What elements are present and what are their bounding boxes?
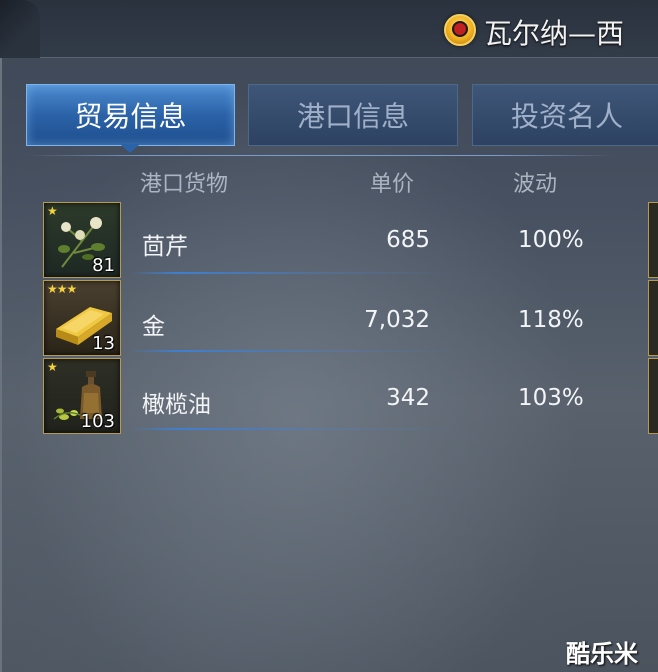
adjacent-slot-edge [648,202,658,278]
tab-label: 港口信息 [296,100,409,133]
tab-trade-info[interactable]: 贸易信息 [26,84,235,146]
column-header-change: 波动 [513,172,558,197]
unit-price: 7,032 [364,307,430,333]
unit-price: 342 [386,385,430,411]
tab-label: 贸易信息 [74,100,187,133]
adjacent-slot-edge [648,280,658,356]
table-row[interactable]: ★ 81 茴芹 685 100% [0,202,658,282]
active-tab-pointer [120,144,140,153]
item-count: 13 [92,333,115,354]
tab-port-info[interactable]: 港口信息 [248,84,458,146]
title-corner-decoration [0,0,40,58]
table-row[interactable]: ★★★ 13 金 7,032 118% [0,280,658,360]
item-count: 103 [80,411,115,432]
price-change: 103% [518,385,584,411]
row-divider [130,350,610,352]
column-header-price: 单价 [370,172,415,197]
unit-price: 685 [386,227,430,253]
item-slot[interactable]: ★ 81 [43,202,121,278]
port-crest-icon [444,14,476,46]
tab-label: 投资名人 [510,100,623,133]
row-divider [130,272,610,274]
item-slot[interactable]: ★ 103 [43,358,121,434]
title-bar: 瓦尔纳—西 [0,0,658,58]
table-row[interactable]: ★ 103 橄榄油 342 103% [0,358,658,438]
rarity-stars: ★★★ [47,282,77,296]
tab-investors[interactable]: 投资名人 [472,84,658,146]
rarity-stars: ★ [47,360,58,374]
port-title: 瓦尔纳—西 [484,17,625,50]
item-count: 81 [92,255,115,276]
goods-name: 金 [142,314,165,340]
watermark: 酷乐米 [566,640,638,668]
price-change: 118% [518,307,584,333]
adjacent-slot-edge [648,358,658,434]
goods-name: 茴芹 [142,234,188,260]
item-slot[interactable]: ★★★ 13 [43,280,121,356]
row-divider [130,428,610,430]
column-header-goods: 港口货物 [140,172,229,197]
tab-divider [26,155,616,156]
price-change: 100% [518,227,584,253]
goods-name: 橄榄油 [142,392,211,418]
rarity-stars: ★ [47,204,58,218]
